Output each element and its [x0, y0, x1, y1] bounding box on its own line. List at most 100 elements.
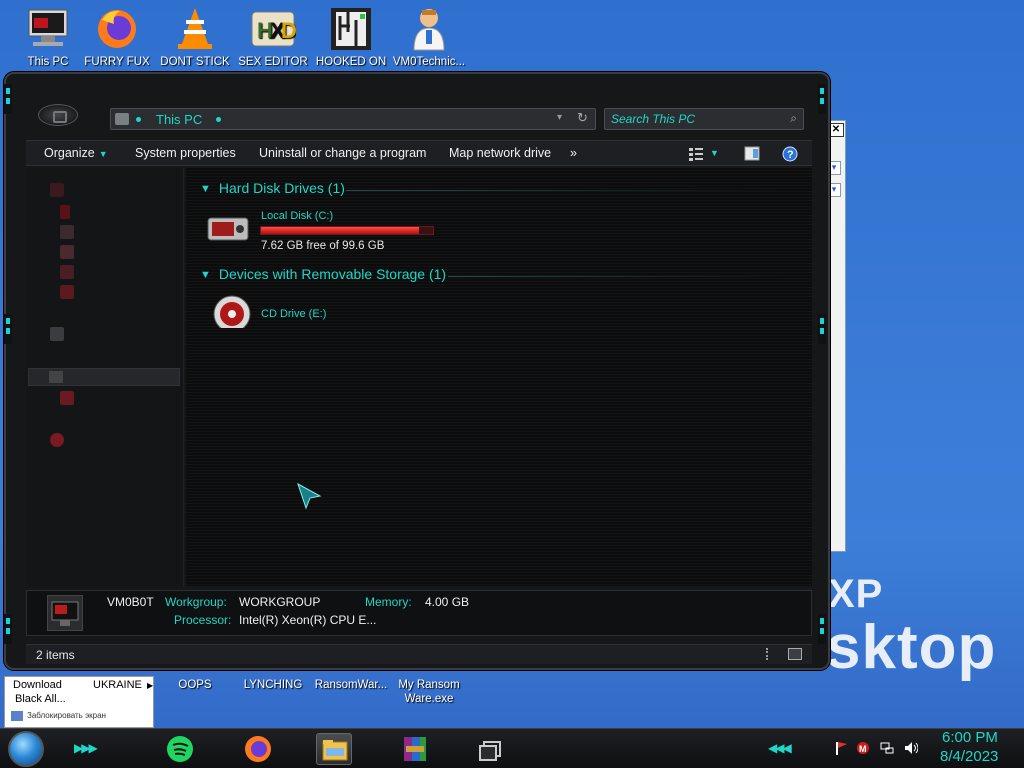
desktop-icon-this-pc[interactable]: This PC [8, 6, 88, 68]
explorer-window[interactable]: This PC ▾ ↻ Search This PC ⌕ Organize ▼ S… [4, 72, 830, 670]
group-header-hard-disk[interactable]: ▼ Hard Disk Drives (1) [200, 180, 345, 196]
divider [448, 276, 788, 277]
organize-label: Organize [44, 146, 95, 160]
drive-usage-bar [260, 226, 434, 235]
vlc-cone-icon [172, 6, 218, 52]
context-popup[interactable]: Download Black All... UKRAINE ▶ Заблокир… [4, 676, 154, 728]
taskbar-decoration: ◀◀◀ [768, 741, 792, 755]
folder-icon [322, 740, 348, 761]
network-icon [50, 433, 64, 447]
taskbar-app-firefox[interactable] [240, 733, 276, 765]
memory-label: Memory: [365, 595, 412, 609]
taskbar-app-spotify[interactable] [162, 733, 198, 765]
view-options-icon[interactable] [688, 146, 704, 161]
desktop-icon-oops[interactable]: OOPS [155, 678, 235, 692]
workgroup-value: WORKGROUP [239, 595, 321, 609]
antivirus-icon[interactable]: M [856, 741, 870, 755]
desktop-icon-label: LYNCHING [243, 679, 303, 691]
computer-icon [25, 6, 71, 52]
item-count: 2 items [36, 648, 75, 662]
desktop-icon-lynching[interactable]: LYNCHING [233, 678, 313, 692]
desktop-icon-hooked-on[interactable]: HOOKED ON [311, 6, 391, 68]
desktop-icon-label: RansomWar... [314, 679, 388, 691]
sidebar-item-this-pc[interactable] [28, 368, 180, 386]
preview-pane-icon[interactable] [744, 146, 760, 161]
frame-decoration [818, 314, 826, 344]
homegroup-icon [50, 327, 64, 341]
popup-item[interactable]: Download [13, 679, 62, 691]
more-commands-button[interactable]: » [570, 146, 577, 160]
taskbar-app-explorer[interactable] [316, 733, 352, 765]
drive-name: Local Disk (C:) [261, 210, 334, 222]
drive-item-c[interactable]: Local Disk (C:) 7.62 GB free of 99.6 GB [206, 206, 456, 256]
popup-item[interactable]: UKRAINE [93, 679, 142, 691]
address-bar[interactable]: This PC ▾ ↻ [110, 108, 596, 130]
large-icons-view-icon[interactable] [788, 648, 802, 660]
titlebar: This PC ▾ ↻ Search This PC ⌕ [24, 100, 814, 130]
taskbar-app-winrar[interactable] [396, 733, 432, 765]
frame-decoration [818, 84, 826, 114]
search-icon[interactable]: ⌕ [790, 111, 797, 126]
disk-icon [60, 391, 74, 405]
popup-item-lock-screen[interactable]: Заблокировать экран [27, 711, 106, 720]
chevron-down-icon: ▼ [200, 269, 211, 281]
svg-text:D: D [281, 18, 296, 43]
content-pane[interactable]: ▼ Hard Disk Drives (1) Local Disk (C:) 7.… [186, 168, 812, 586]
network-icon[interactable] [880, 741, 894, 755]
taskbar-app-task-view[interactable] [474, 733, 510, 765]
breadcrumb[interactable]: This PC [156, 112, 202, 127]
desktop-icon-dont-stick[interactable]: DONT STICK [155, 6, 235, 68]
help-icon[interactable]: ? [782, 146, 798, 162]
popup-item[interactable]: Black All... [15, 693, 66, 705]
maze-icon [328, 6, 374, 52]
folder-icon [60, 225, 74, 239]
windows-stack-icon [479, 741, 501, 761]
group-header-label: Hard Disk Drives (1) [218, 180, 345, 196]
clock-date[interactable]: 8/4/2023 [940, 748, 998, 765]
watermark-line-2: sktop [826, 613, 997, 682]
doctor-icon [406, 6, 452, 52]
desktop-icon-label: DONT STICK [160, 56, 230, 68]
flag-icon[interactable] [834, 741, 848, 755]
navigation-pane[interactable] [26, 168, 184, 586]
map-network-drive-button[interactable]: Map network drive [449, 146, 551, 160]
computer-icon [115, 113, 129, 125]
desktop-icon-label: My Ransom Ware.exe [398, 679, 460, 705]
desktop-icon-furry-fux[interactable]: FURRY FUX [77, 6, 157, 68]
drive-item-e[interactable]: CD Drive (E:) [206, 294, 406, 334]
system-properties-button[interactable]: System properties [135, 146, 236, 160]
drive-free-space: 7.62 GB free of 99.6 GB [261, 240, 385, 252]
details-pane: VM0B0T Workgroup: WORKGROUP Memory: 4.00… [26, 590, 812, 636]
group-header-removable[interactable]: ▼ Devices with Removable Storage (1) [200, 266, 446, 282]
computer-icon [49, 371, 63, 383]
volume-icon[interactable] [904, 741, 918, 755]
desktop-icon-sex-editor[interactable]: HXD SEX EDITOR [233, 6, 313, 68]
desktop-icon-my-ransom-ware[interactable]: My Ransom Ware.exe [389, 678, 469, 706]
divider [346, 190, 786, 191]
desktop-icon-vm0technic[interactable]: VM0Technic... [389, 6, 469, 68]
chevron-down-icon[interactable]: ▾ [557, 112, 562, 123]
drive-usage-fill [261, 227, 420, 234]
chevron-down-icon[interactable]: ▼ [710, 148, 726, 163]
uninstall-program-button[interactable]: Uninstall or change a program [259, 146, 426, 160]
close-icon[interactable]: ✕ [828, 123, 844, 137]
winrar-icon [404, 737, 426, 761]
refresh-icon[interactable]: ↻ [577, 110, 588, 126]
organize-button[interactable]: Organize ▼ [44, 146, 108, 160]
clock-time[interactable]: 6:00 PM [942, 729, 998, 746]
cd-drive-icon [213, 295, 251, 328]
desktop-icon-label: SEX EDITOR [238, 56, 308, 68]
computer-icon [47, 595, 83, 631]
start-button[interactable] [8, 731, 44, 767]
breadcrumb-separator-icon [136, 117, 141, 122]
back-navigation-icon[interactable] [38, 104, 78, 126]
frame-decoration [4, 84, 12, 114]
desktop-icon-ransomware[interactable]: RansomWar... [311, 678, 391, 692]
folder-icon [60, 265, 74, 279]
folder-icon [60, 245, 74, 259]
search-input[interactable]: Search This PC ⌕ [604, 108, 804, 130]
details-view-icon[interactable] [766, 648, 778, 660]
memory-value: 4.00 GB [425, 595, 470, 609]
firefox-icon [94, 6, 140, 52]
computer-name: VM0B0T [107, 595, 154, 609]
